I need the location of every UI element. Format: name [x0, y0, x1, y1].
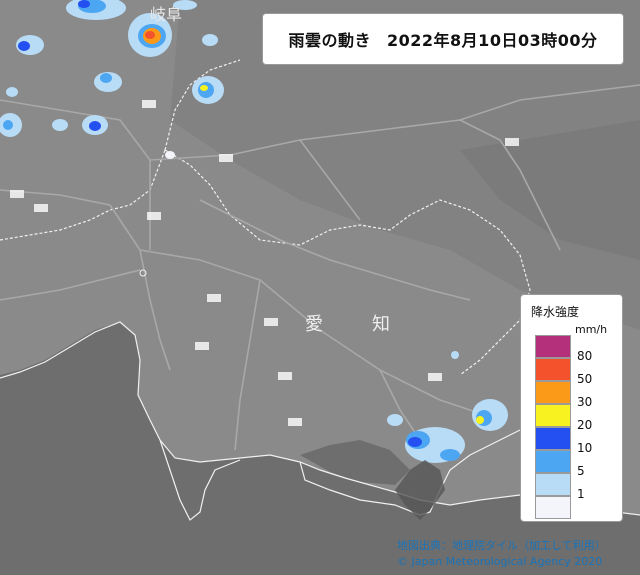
precipitation-legend: 降水強度 mm/h 80 50 30 20 10 5 1: [520, 294, 623, 522]
copyright-text: © Japan Meteorological Agency 2020: [397, 555, 603, 568]
legend-swatch: [535, 404, 571, 427]
legend-swatch: [535, 496, 571, 519]
map-label-aichi-ai: 愛: [305, 314, 323, 335]
legend-swatch: [535, 473, 571, 496]
legend-swatch: [535, 358, 571, 381]
legend-row: [535, 496, 611, 519]
legend-row: 50: [535, 358, 611, 386]
map-label-aichi-chi: 知: [372, 314, 390, 335]
title-datetime: 2022年8月10日03時00分: [387, 31, 598, 50]
title-heading: 雨雲の動き 2022年8月10日03時00分: [289, 27, 598, 51]
legend-swatch: [535, 427, 571, 450]
legend-title: 降水強度: [531, 305, 580, 319]
map-source-link[interactable]: 地図出典：地理院タイル（加工して利用）: [397, 537, 606, 553]
legend-swatch: [535, 381, 571, 404]
legend-row: 80: [535, 335, 611, 363]
legend-swatch: [535, 335, 571, 358]
map-label-gifu: 岐阜: [150, 5, 182, 24]
legend-row: 1: [535, 473, 611, 501]
legend-row: 30: [535, 381, 611, 409]
legend-swatch: [535, 450, 571, 473]
legend-row: 20: [535, 404, 611, 432]
title-panel: 雨雲の動き 2022年8月10日03時00分: [262, 13, 624, 65]
legend-row: 5: [535, 450, 611, 478]
legend-row: 10: [535, 427, 611, 455]
title-label: 雨雲の動き: [288, 31, 372, 50]
